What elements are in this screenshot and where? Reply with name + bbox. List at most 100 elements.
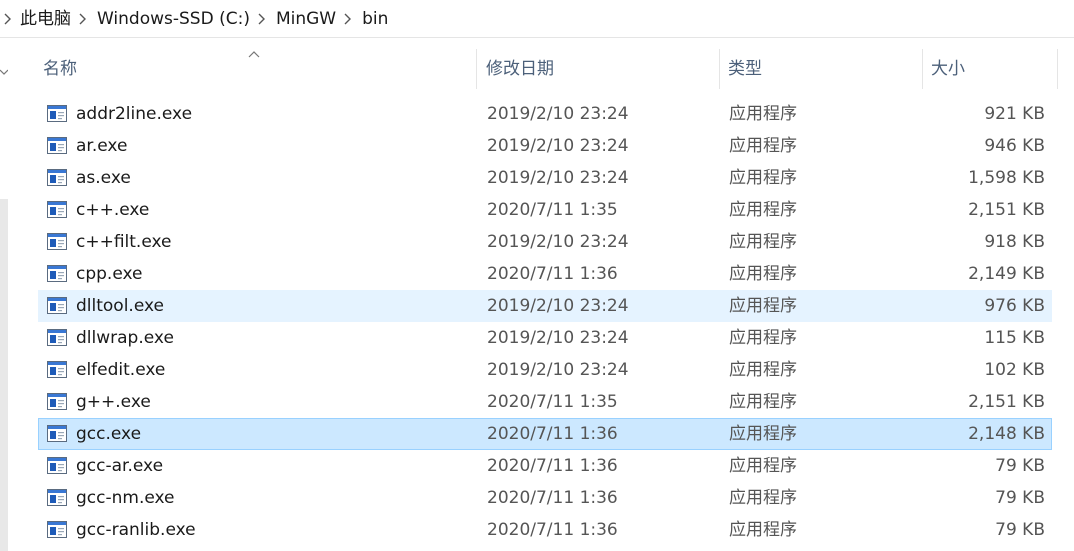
file-date-modified: 2020/7/11 1:36 bbox=[487, 264, 618, 284]
exe-app-icon bbox=[47, 201, 67, 218]
file-row[interactable]: c++.exe 2020/7/11 1:35 应用程序 2,151 KB bbox=[38, 194, 1052, 226]
column-header-size[interactable]: 大小 bbox=[923, 39, 1057, 89]
breadcrumb-drive[interactable]: Windows-SSD (C:) bbox=[93, 0, 254, 38]
file-name: c++.exe bbox=[76, 200, 150, 220]
file-name: cpp.exe bbox=[76, 264, 143, 284]
exe-app-icon bbox=[47, 169, 67, 186]
file-name: dlltool.exe bbox=[76, 296, 164, 316]
exe-app-icon bbox=[47, 457, 67, 474]
file-row[interactable]: dlltool.exe 2019/2/10 23:24 应用程序 976 KB bbox=[38, 290, 1052, 322]
file-type: 应用程序 bbox=[729, 136, 797, 156]
file-row[interactable]: gcc-nm.exe 2020/7/11 1:36 应用程序 79 KB bbox=[38, 482, 1052, 514]
exe-app-icon bbox=[47, 137, 67, 154]
file-date-modified: 2020/7/11 1:36 bbox=[487, 488, 618, 508]
file-type: 应用程序 bbox=[729, 104, 797, 124]
file-size: 1,598 KB bbox=[968, 168, 1045, 188]
file-size: 2,149 KB bbox=[968, 264, 1045, 284]
file-size: 102 KB bbox=[984, 360, 1045, 380]
file-type: 应用程序 bbox=[729, 424, 797, 444]
scrollbar-thumb[interactable] bbox=[0, 199, 8, 551]
file-size: 2,151 KB bbox=[968, 392, 1045, 412]
exe-app-icon bbox=[47, 393, 67, 410]
file-row[interactable]: as.exe 2019/2/10 23:24 应用程序 1,598 KB bbox=[38, 162, 1052, 194]
file-row[interactable]: ar.exe 2019/2/10 23:24 应用程序 946 KB bbox=[38, 130, 1052, 162]
exe-app-icon bbox=[47, 233, 67, 250]
column-divider[interactable] bbox=[476, 49, 477, 89]
file-row[interactable]: gcc-ar.exe 2020/7/11 1:36 应用程序 79 KB bbox=[38, 450, 1052, 482]
file-date-modified: 2020/7/11 1:36 bbox=[487, 424, 618, 444]
file-row[interactable]: g++.exe 2020/7/11 1:35 应用程序 2,151 KB bbox=[38, 386, 1052, 418]
file-size: 115 KB bbox=[984, 328, 1045, 348]
file-date-modified: 2020/7/11 1:35 bbox=[487, 392, 618, 412]
file-name: gcc.exe bbox=[76, 424, 142, 444]
file-date-modified: 2019/2/10 23:24 bbox=[487, 104, 629, 124]
file-size: 79 KB bbox=[995, 488, 1045, 508]
exe-app-icon bbox=[47, 489, 67, 506]
file-name: g++.exe bbox=[76, 392, 151, 412]
file-row[interactable]: elfedit.exe 2019/2/10 23:24 应用程序 102 KB bbox=[38, 354, 1052, 386]
file-type: 应用程序 bbox=[729, 520, 797, 540]
chevron-right-icon[interactable] bbox=[254, 0, 272, 38]
file-date-modified: 2019/2/10 23:24 bbox=[487, 232, 629, 252]
column-header-row: 名称 修改日期 类型 大小 bbox=[18, 39, 1074, 89]
exe-app-icon bbox=[47, 329, 67, 346]
file-row[interactable]: gcc-ranlib.exe 2020/7/11 1:36 应用程序 79 KB bbox=[38, 514, 1052, 546]
column-divider[interactable] bbox=[1057, 49, 1058, 89]
exe-app-icon bbox=[47, 105, 67, 122]
chevron-down-icon[interactable] bbox=[0, 61, 9, 80]
file-explorer-window: 此电脑 Windows-SSD (C:) MinGW bin 名称 修改日期 类… bbox=[0, 0, 1074, 551]
navigation-pane-scrollbar[interactable] bbox=[0, 39, 12, 551]
file-name: ar.exe bbox=[76, 136, 128, 156]
file-date-modified: 2019/2/10 23:24 bbox=[487, 328, 629, 348]
exe-app-icon bbox=[47, 361, 67, 378]
file-type: 应用程序 bbox=[729, 232, 797, 252]
file-date-modified: 2019/2/10 23:24 bbox=[487, 360, 629, 380]
chevron-right-icon[interactable] bbox=[0, 0, 18, 38]
file-row[interactable]: addr2line.exe 2019/2/10 23:24 应用程序 921 KB bbox=[38, 98, 1052, 130]
file-row[interactable]: gcc.exe 2020/7/11 1:36 应用程序 2,148 KB bbox=[38, 418, 1052, 450]
file-name: dllwrap.exe bbox=[76, 328, 174, 348]
file-size: 918 KB bbox=[984, 232, 1045, 252]
breadcrumb-mingw[interactable]: MinGW bbox=[272, 0, 340, 38]
file-name: gcc-nm.exe bbox=[76, 488, 175, 508]
file-row[interactable]: c++filt.exe 2019/2/10 23:24 应用程序 918 KB bbox=[38, 226, 1052, 258]
file-type: 应用程序 bbox=[729, 264, 797, 284]
file-date-modified: 2020/7/11 1:35 bbox=[487, 200, 618, 220]
exe-app-icon bbox=[47, 265, 67, 282]
address-bar[interactable]: 此电脑 Windows-SSD (C:) MinGW bin bbox=[0, 0, 1074, 38]
file-type: 应用程序 bbox=[729, 328, 797, 348]
breadcrumb-this-pc[interactable]: 此电脑 bbox=[18, 0, 75, 38]
breadcrumb-bin[interactable]: bin bbox=[358, 0, 392, 38]
exe-app-icon bbox=[47, 521, 67, 538]
file-type: 应用程序 bbox=[729, 392, 797, 412]
column-header-type[interactable]: 类型 bbox=[720, 39, 920, 89]
file-size: 921 KB bbox=[984, 104, 1045, 124]
file-date-modified: 2020/7/11 1:36 bbox=[487, 456, 618, 476]
file-name: gcc-ar.exe bbox=[76, 456, 164, 476]
file-name: as.exe bbox=[76, 168, 131, 188]
file-date-modified: 2020/7/11 1:36 bbox=[487, 520, 618, 540]
file-name: elfedit.exe bbox=[76, 360, 166, 380]
file-type: 应用程序 bbox=[729, 200, 797, 220]
file-date-modified: 2019/2/10 23:24 bbox=[487, 296, 629, 316]
chevron-right-icon[interactable] bbox=[75, 0, 93, 38]
file-size: 2,151 KB bbox=[968, 200, 1045, 220]
file-row[interactable]: cpp.exe 2020/7/11 1:36 应用程序 2,149 KB bbox=[38, 258, 1052, 290]
chevron-right-icon[interactable] bbox=[340, 0, 358, 38]
column-header-name[interactable]: 名称 bbox=[35, 39, 475, 89]
file-size: 946 KB bbox=[984, 136, 1045, 156]
file-date-modified: 2019/2/10 23:24 bbox=[487, 136, 629, 156]
file-size: 976 KB bbox=[984, 296, 1045, 316]
file-type: 应用程序 bbox=[729, 168, 797, 188]
file-type: 应用程序 bbox=[729, 360, 797, 380]
file-size: 79 KB bbox=[995, 456, 1045, 476]
column-header-date[interactable]: 修改日期 bbox=[478, 39, 718, 89]
file-size: 2,148 KB bbox=[968, 424, 1045, 444]
file-name: addr2line.exe bbox=[76, 104, 193, 124]
file-name: gcc-ranlib.exe bbox=[76, 520, 196, 540]
file-type: 应用程序 bbox=[729, 456, 797, 476]
file-row[interactable]: dllwrap.exe 2019/2/10 23:24 应用程序 115 KB bbox=[38, 322, 1052, 354]
file-list: addr2line.exe 2019/2/10 23:24 应用程序 921 KB ar… bbox=[38, 98, 1052, 546]
file-type: 应用程序 bbox=[729, 488, 797, 508]
file-name: c++filt.exe bbox=[76, 232, 172, 252]
